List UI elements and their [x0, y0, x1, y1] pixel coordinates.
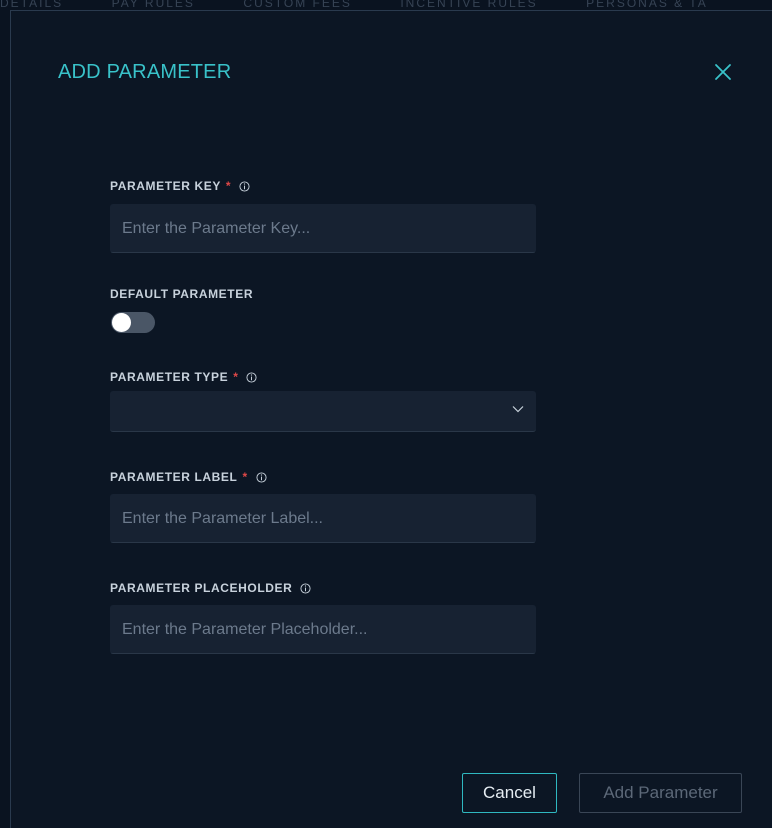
- info-icon[interactable]: [300, 582, 311, 594]
- parameter-placeholder-label: PARAMETER PLACEHOLDER: [110, 581, 311, 595]
- required-mark: *: [233, 370, 239, 384]
- cancel-button[interactable]: Cancel: [462, 773, 557, 813]
- info-icon[interactable]: [256, 471, 267, 483]
- modal-title: ADD PARAMETER: [58, 61, 232, 83]
- parameter-placeholder-input[interactable]: [110, 605, 536, 654]
- default-parameter-label: DEFAULT PARAMETER: [110, 287, 253, 301]
- parameter-type-label: PARAMETER TYPE *: [110, 370, 258, 384]
- parameter-label-label-text: PARAMETER LABEL: [110, 470, 238, 484]
- background-tab: PAY RULES: [111, 0, 195, 10]
- parameter-type-label-text: PARAMETER TYPE: [110, 370, 229, 384]
- info-icon[interactable]: [239, 180, 250, 192]
- parameter-placeholder-label-text: PARAMETER PLACEHOLDER: [110, 581, 293, 595]
- parameter-key-label-text: PARAMETER KEY: [110, 179, 221, 193]
- required-mark: *: [225, 179, 232, 193]
- default-parameter-toggle[interactable]: [111, 312, 155, 333]
- background-tab-strip: DETAILS PAY RULES CUSTOM FEES INCENTIVE …: [0, 0, 772, 10]
- background-tab: DETAILS: [0, 0, 64, 10]
- background-tab: INCENTIVE RULES: [400, 0, 538, 10]
- info-icon[interactable]: [246, 371, 258, 383]
- toggle-knob: [112, 313, 131, 332]
- background-page-edge: [0, 0, 10, 828]
- parameter-label-input[interactable]: [110, 494, 536, 543]
- parameter-label-label: PARAMETER LABEL *: [110, 470, 267, 484]
- parameter-key-label: PARAMETER KEY *: [110, 179, 250, 193]
- add-parameter-button[interactable]: Add Parameter: [579, 773, 742, 813]
- required-mark: *: [242, 470, 248, 484]
- background-tab: CUSTOM FEES: [243, 0, 352, 10]
- parameter-type-select[interactable]: [110, 391, 536, 432]
- add-parameter-modal: ADD PARAMETER PARAMETER KEY * DEFAULT PAR…: [10, 10, 772, 828]
- background-tab: PERSONAS & TA: [586, 0, 708, 10]
- default-parameter-label-text: DEFAULT PARAMETER: [110, 287, 254, 301]
- chevron-down-icon: [512, 406, 524, 413]
- parameter-key-input[interactable]: [110, 204, 536, 253]
- close-icon: [715, 64, 731, 80]
- close-button[interactable]: [710, 59, 736, 85]
